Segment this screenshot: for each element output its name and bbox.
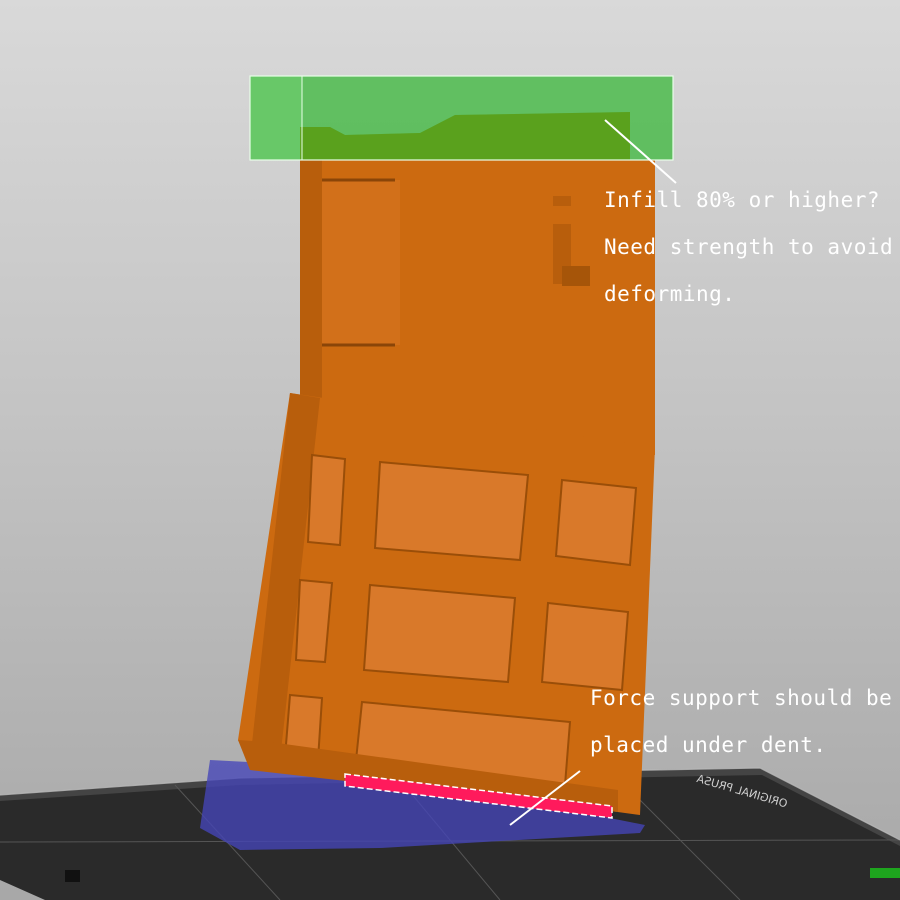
bed-corner-marker — [870, 868, 900, 878]
annotation-line: Need strength to avoid — [604, 235, 894, 259]
annotation-line: Force support should be — [590, 686, 893, 710]
infill-annotation: Infill 80% or higher? Need strength to a… — [604, 177, 893, 318]
annotation-line: placed under dent. — [590, 733, 827, 757]
support-annotation: Force support should be placed under den… — [590, 675, 892, 769]
annotation-line: deforming. — [604, 282, 736, 306]
annotation-line: Infill 80% or higher? — [604, 188, 881, 212]
modifier-volume[interactable] — [249, 75, 674, 161]
